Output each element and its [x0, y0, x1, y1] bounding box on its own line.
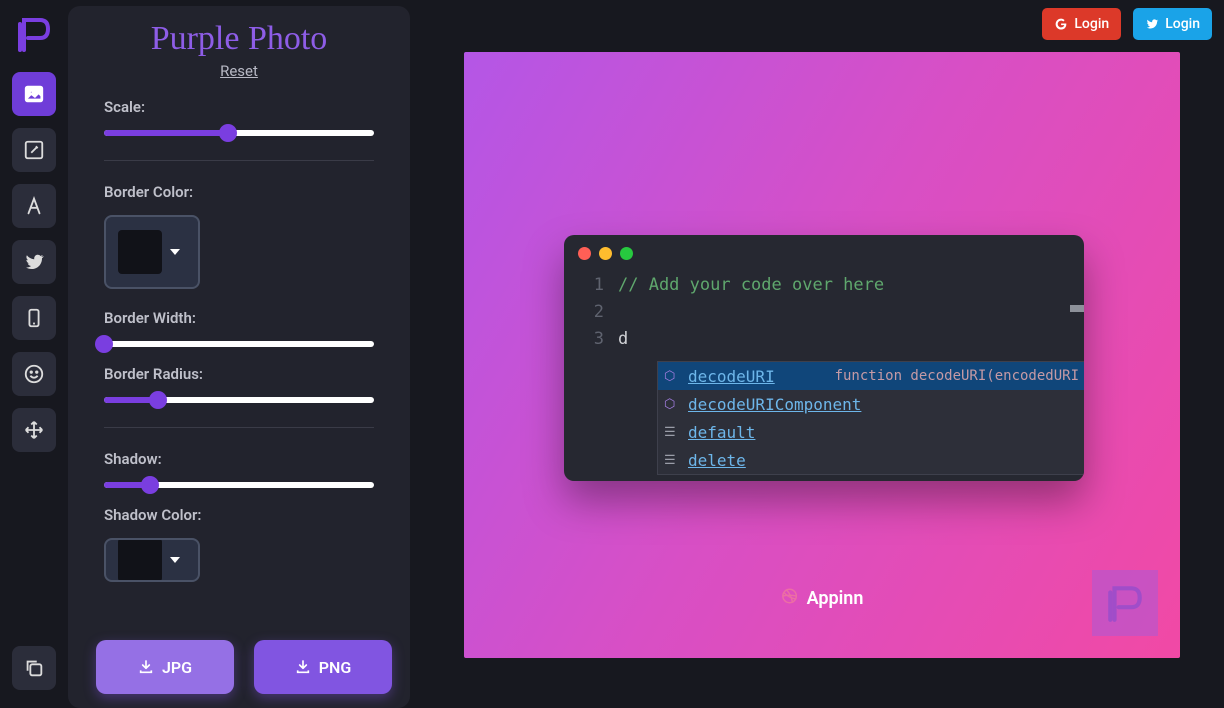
code-lines: // Add your code over here d	[618, 272, 1084, 353]
watermark-text: Appinn	[807, 588, 864, 609]
app-logo	[10, 10, 58, 58]
watermark: Appinn	[781, 587, 864, 610]
word-icon: ☰	[664, 453, 680, 468]
tab-mobile[interactable]	[12, 296, 56, 340]
code-window: 1 2 3 // Add your code over here d ⬡ dec…	[564, 235, 1084, 481]
autocomplete-item[interactable]: ☰ delete	[658, 446, 1084, 474]
border-color-picker[interactable]	[104, 215, 200, 289]
jpg-label: JPG	[162, 658, 192, 677]
shadow-color-picker[interactable]	[104, 538, 200, 582]
settings-panel: Purple Photo Reset Scale: Border Color: …	[68, 6, 410, 708]
line-numbers: 1 2 3	[564, 272, 618, 353]
minimize-dot-icon	[599, 247, 612, 260]
scrollbar-marker	[1070, 305, 1084, 312]
shadow-color-swatch	[118, 538, 162, 582]
border-width-label: Border Width:	[104, 309, 374, 327]
window-controls	[564, 235, 1084, 272]
tab-image[interactable]	[12, 72, 56, 116]
download-jpg-button[interactable]: JPG	[96, 640, 234, 694]
twitter-login-button[interactable]: Login	[1133, 8, 1212, 40]
tab-move[interactable]	[12, 408, 56, 452]
app-title: Purple Photo	[104, 20, 374, 58]
main-area: Login Login 1 2 3 // Add your code over …	[410, 0, 1224, 708]
chevron-down-icon	[170, 557, 180, 563]
border-radius-slider[interactable]	[104, 397, 374, 403]
scale-slider[interactable]	[104, 130, 374, 136]
watermark-logo	[1092, 570, 1158, 636]
word-icon: ☰	[664, 425, 680, 440]
shadow-color-label: Shadow Color:	[104, 506, 374, 524]
divider	[104, 427, 374, 428]
autocomplete-popup[interactable]: ⬡ decodeURI function decodeURI(encodedUR…	[657, 361, 1084, 475]
shadow-label: Shadow:	[104, 450, 374, 468]
tab-text[interactable]	[12, 184, 56, 228]
shadow-slider[interactable]	[104, 482, 374, 488]
cube-icon: ⬡	[664, 369, 680, 384]
code-line: d	[618, 326, 1084, 353]
divider	[104, 160, 374, 161]
google-icon	[1054, 17, 1068, 31]
tab-twitter[interactable]	[12, 240, 56, 284]
login-buttons: Login Login	[1042, 8, 1212, 40]
border-radius-label: Border Radius:	[104, 365, 374, 383]
autocomplete-item[interactable]: ⬡ decodeURI function decodeURI(encodedUR…	[658, 362, 1084, 390]
code-editor[interactable]: 1 2 3 // Add your code over here d	[564, 272, 1084, 353]
border-color-label: Border Color:	[104, 183, 374, 201]
twitter-login-label: Login	[1165, 16, 1200, 32]
copy-button[interactable]	[12, 646, 56, 690]
scale-label: Scale:	[104, 98, 374, 116]
png-label: PNG	[319, 658, 352, 677]
icon-sidebar	[0, 0, 68, 708]
chevron-down-icon	[170, 249, 180, 255]
google-login-label: Login	[1074, 16, 1109, 32]
tab-edit[interactable]	[12, 128, 56, 172]
border-color-swatch	[118, 230, 162, 274]
autocomplete-item[interactable]: ⬡ decodeURIComponent	[658, 390, 1084, 418]
maximize-dot-icon	[620, 247, 633, 260]
download-png-button[interactable]: PNG	[254, 640, 392, 694]
preview-canvas[interactable]: 1 2 3 // Add your code over here d ⬡ dec…	[464, 52, 1180, 658]
code-line: // Add your code over here	[618, 272, 1084, 299]
border-width-slider[interactable]	[104, 341, 374, 347]
tab-emoji[interactable]	[12, 352, 56, 396]
dribbble-icon	[781, 587, 799, 610]
autocomplete-item[interactable]: ☰ default	[658, 418, 1084, 446]
twitter-icon	[1145, 17, 1159, 31]
google-login-button[interactable]: Login	[1042, 8, 1121, 40]
cube-icon: ⬡	[664, 397, 680, 412]
close-dot-icon	[578, 247, 591, 260]
download-buttons: JPG PNG	[96, 640, 392, 694]
code-line	[618, 299, 1084, 326]
reset-link[interactable]: Reset	[104, 62, 374, 80]
